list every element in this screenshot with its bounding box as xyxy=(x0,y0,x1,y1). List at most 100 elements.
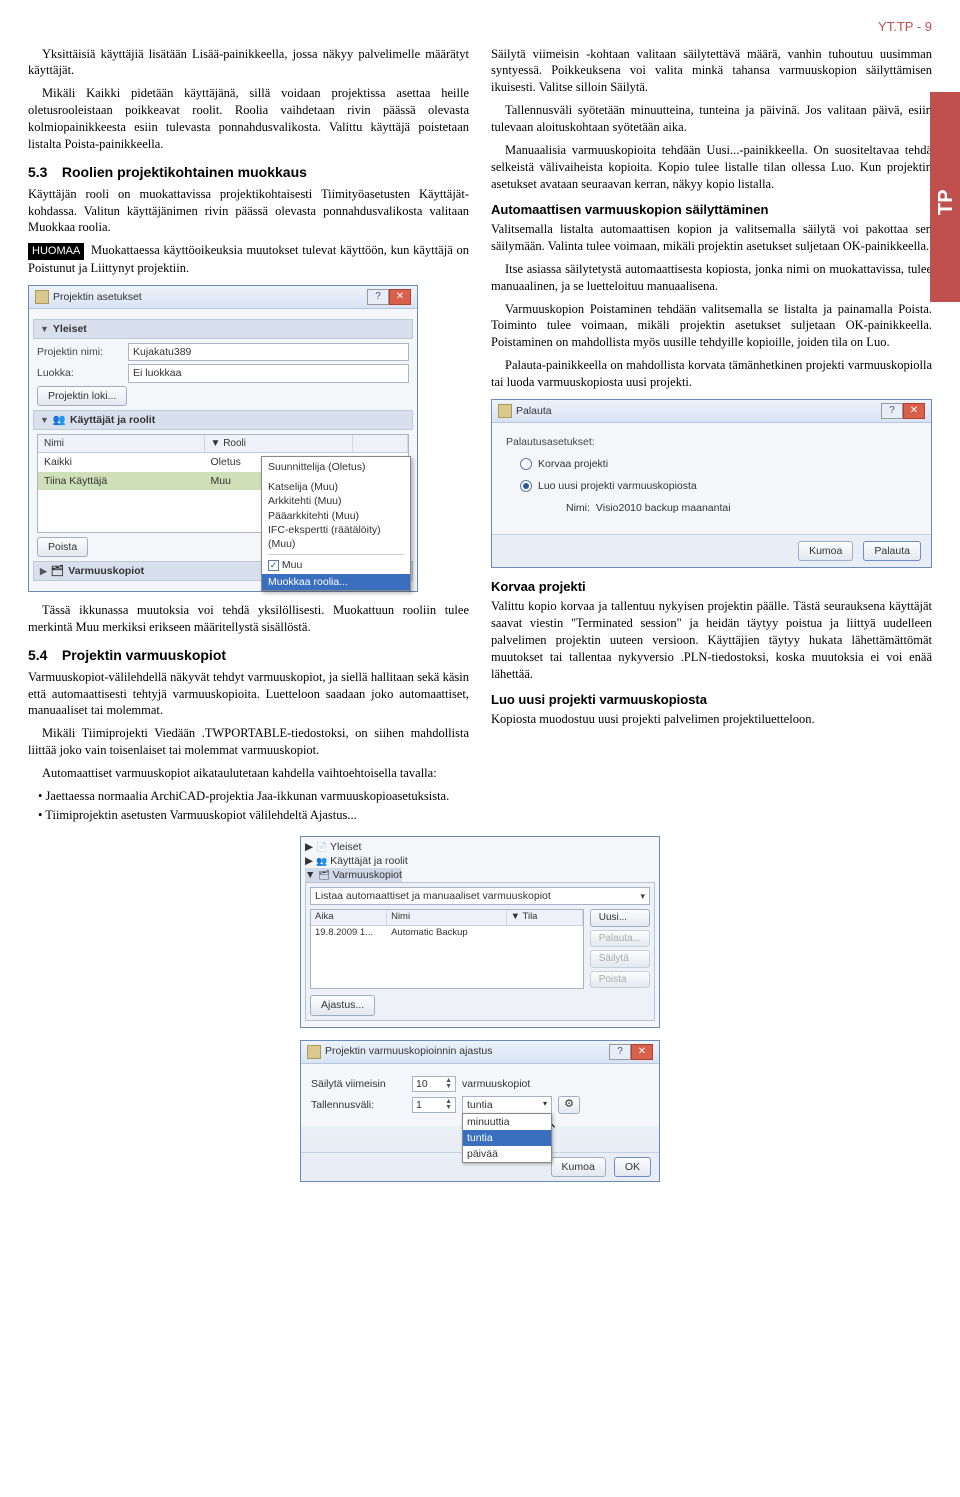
select-options: minuuttia tuntia päivää xyxy=(462,1113,552,1164)
paragraph: Varmuuskopiot-välilehdellä näkyvät tehdy… xyxy=(28,669,469,720)
titlebar: Palauta ? ✕ xyxy=(492,400,931,423)
disclosure-triangle-icon: ▼ xyxy=(40,414,49,426)
group-label: Yleiset xyxy=(53,322,87,336)
radio-label: Luo uusi projekti varmuuskopiosta xyxy=(538,479,697,493)
tab-backups[interactable]: ▼ 🗂 Varmuuskopiot xyxy=(305,868,402,882)
role-context-menu[interactable]: Suunnittelija (Oletus) Katselija (Muu) A… xyxy=(261,456,411,591)
paragraph: Mikäli Kaikki pidetään käyttäjänä, sillä… xyxy=(28,85,469,153)
subheading: Korvaa projekti xyxy=(491,578,932,596)
paragraph: Yksittäisiä käyttäjiä lisätään Lisää-pai… xyxy=(28,46,469,80)
new-backup-button[interactable]: Uusi... xyxy=(590,909,650,927)
subheading: Luo uusi projekti varmuuskopiosta xyxy=(491,691,932,709)
table-row[interactable]: Tiina Käyttäjä xyxy=(38,472,205,490)
column-header-role[interactable]: ▼ Rooli xyxy=(205,435,353,453)
note-paragraph: HUOMAA Muokattaessa käyttöoikeuksia muut… xyxy=(28,242,469,277)
close-button[interactable]: ✕ xyxy=(903,403,925,419)
restore-button[interactable]: Palauta xyxy=(863,541,921,561)
menu-item[interactable]: Katselija (Muu) xyxy=(268,480,404,494)
ok-button[interactable]: OK xyxy=(614,1157,651,1177)
col-name[interactable]: Nimi xyxy=(387,910,507,925)
group-header-general[interactable]: ▼ Yleiset xyxy=(33,319,413,339)
screenshot-project-settings: Projektin asetukset ? ✕ ▼ Yleiset Projek… xyxy=(28,285,418,592)
schedule-button[interactable]: Ajastus... xyxy=(310,995,375,1015)
col-time[interactable]: Aika xyxy=(311,910,387,925)
radio-option-replace[interactable]: Korvaa projekti xyxy=(520,457,917,471)
cancel-button[interactable]: Kumoa xyxy=(798,541,853,561)
group-header-users[interactable]: ▼ 👥 Käyttäjät ja roolit xyxy=(33,410,413,430)
section-heading-5-3: 5.3 Roolien projektikohtainen muokkaus xyxy=(28,163,469,182)
menu-item[interactable]: Pääarkkitehti (Muu) xyxy=(268,509,404,523)
select-option[interactable]: päivää xyxy=(463,1146,551,1162)
left-column: Yksittäisiä käyttäjiä lisätään Lisää-pai… xyxy=(28,46,469,830)
menu-item[interactable]: IFC-ekspertti (räätälöity) (Muu) xyxy=(268,523,404,551)
chevron-down-icon: ▾ xyxy=(640,890,645,902)
help-button[interactable]: ? xyxy=(881,403,903,419)
paragraph: Itse asiassa säilytetystä automaattisest… xyxy=(491,261,932,295)
select-option[interactable]: minuuttia xyxy=(463,1114,551,1130)
screenshot-schedule-dialog: Projektin varmuuskopioinnin ajastus ? ✕ … xyxy=(300,1040,660,1183)
section-number: 5.4 xyxy=(28,646,58,665)
project-name-field[interactable]: Kujakatu389 xyxy=(128,343,409,361)
cancel-button[interactable]: Kumoa xyxy=(551,1157,606,1177)
project-log-button[interactable]: Projektin loki... xyxy=(37,386,127,406)
radio-label: Korvaa projekti xyxy=(538,457,608,471)
titlebar: Projektin asetukset ? ✕ xyxy=(29,286,417,309)
subheading: Automaattisen varmuuskopion säilyttämine… xyxy=(491,201,932,219)
close-button[interactable]: ✕ xyxy=(631,1044,653,1060)
spinner-arrows-icon: ▲▼ xyxy=(445,1078,452,1090)
page-header: YT.TP - 9 xyxy=(28,18,932,36)
screenshot-backups-panel: ▶ 📄 Yleiset ▶ 👥 Käyttäjät ja roolit ▼ 🗂 … xyxy=(300,836,660,1028)
restore-backup-button[interactable]: Palauta... xyxy=(590,930,650,948)
spinner-value: 1 xyxy=(416,1098,422,1112)
interval-spinner[interactable]: 1 ▲▼ xyxy=(412,1097,456,1113)
keep-last-label: Säilytä viimeisin xyxy=(311,1077,406,1091)
group-label: Palautusasetukset: xyxy=(506,435,917,449)
interval-unit-select[interactable]: tuntia ▾ minuuttia tuntia päivää xyxy=(462,1096,552,1114)
remove-button[interactable]: Poista xyxy=(37,537,88,557)
select-option[interactable]: tuntia xyxy=(463,1130,551,1146)
delete-backup-button[interactable]: Poista xyxy=(590,971,650,989)
menu-item-edit-role[interactable]: Muokkaa roolia... xyxy=(262,574,410,590)
backups-table: Aika Nimi ▼ Tila 19.8.2009 1... Automati… xyxy=(310,909,584,989)
paragraph: Manuaalisia varmuuskopioita tehdään Uusi… xyxy=(491,142,932,193)
radio-option-new[interactable]: Luo uusi projekti varmuuskopiosta xyxy=(520,479,917,493)
checkmark-icon xyxy=(268,560,279,571)
menu-item[interactable]: Muu xyxy=(268,558,404,572)
window-title: Palauta xyxy=(516,404,552,418)
table-cell[interactable]: 19.8.2009 1... xyxy=(311,926,387,941)
settings-gear-button[interactable]: ⚙ xyxy=(558,1096,580,1114)
keep-backup-button[interactable]: Säilytä xyxy=(590,950,650,968)
close-button[interactable]: ✕ xyxy=(389,289,411,305)
keep-last-spinner[interactable]: 10 ▲▼ xyxy=(412,1076,456,1092)
tab-users[interactable]: ▶ 👥 Käyttäjät ja roolit xyxy=(305,854,408,868)
menu-item[interactable]: Suunnittelija (Oletus) xyxy=(268,460,404,474)
section-title: Roolien projektikohtainen muokkaus xyxy=(62,164,307,180)
name-field[interactable]: Visio2010 backup maanantai xyxy=(596,501,917,515)
help-button[interactable]: ? xyxy=(609,1044,631,1060)
gear-icon: ⚙ xyxy=(564,1097,574,1112)
column-header-name[interactable]: Nimi xyxy=(38,435,205,453)
paragraph: Valittu kopio korvaa ja tallentuu nykyis… xyxy=(491,598,932,682)
table-row[interactable]: Kaikki xyxy=(38,453,205,471)
tab-general[interactable]: ▶ 📄 Yleiset xyxy=(305,840,361,854)
paragraph: Kopiosta muodostuu uusi projekti palveli… xyxy=(491,711,932,728)
spinner-arrows-icon: ▲▼ xyxy=(445,1099,452,1111)
paragraph: Säilytä viimeisin -kohtaan valitaan säil… xyxy=(491,46,932,97)
list-item: Jaettaessa normaalia ArchiCAD-projektia … xyxy=(38,788,469,805)
note-badge: HUOMAA xyxy=(28,243,84,260)
class-field[interactable]: Ei luokkaa xyxy=(128,364,409,382)
backup-icon: 🗂 xyxy=(51,564,64,578)
paragraph: Mikäli Tiimiprojekti Viedään .TWPORTABLE… xyxy=(28,725,469,759)
table-cell[interactable]: Automatic Backup xyxy=(387,926,507,941)
dropdown-value: Listaa automaattiset ja manuaaliset varm… xyxy=(315,889,551,903)
disclosure-triangle-icon: ▶ xyxy=(40,565,47,577)
section-title: Projektin varmuuskopiot xyxy=(62,647,226,663)
help-button[interactable]: ? xyxy=(367,289,389,305)
radio-icon xyxy=(520,458,532,470)
col-state[interactable]: ▼ Tila xyxy=(507,910,583,925)
window-title: Projektin asetukset xyxy=(53,290,142,304)
screenshot-restore-dialog: Palauta ? ✕ Palautusasetukset: Korvaa pr… xyxy=(491,399,932,568)
filter-dropdown[interactable]: Listaa automaattiset ja manuaaliset varm… xyxy=(310,887,650,905)
menu-item[interactable]: Arkkitehti (Muu) xyxy=(268,494,404,508)
keep-last-suffix: varmuuskopiot xyxy=(462,1077,530,1091)
